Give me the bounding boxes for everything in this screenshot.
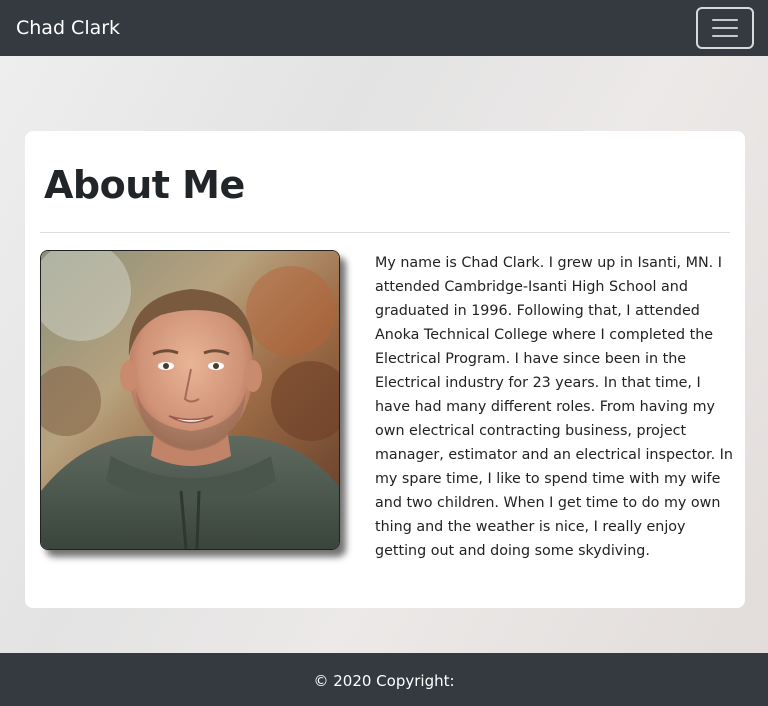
divider (40, 232, 730, 233)
navbar-toggler-button[interactable] (696, 7, 754, 49)
top-navbar: Chad Clark (0, 0, 768, 56)
hamburger-menu-icon (712, 19, 738, 37)
about-card: About Me My name is Chad Clark. I grew u… (25, 131, 745, 608)
page-title: About Me (44, 163, 245, 207)
copyright-text: © 2020 Copyright: (313, 672, 455, 690)
page-footer: © 2020 Copyright: (0, 653, 768, 706)
bio-text: My name is Chad Clark. I grew up in Isan… (375, 255, 733, 559)
brand-link[interactable]: Chad Clark (16, 16, 120, 40)
profile-photo (40, 250, 340, 550)
